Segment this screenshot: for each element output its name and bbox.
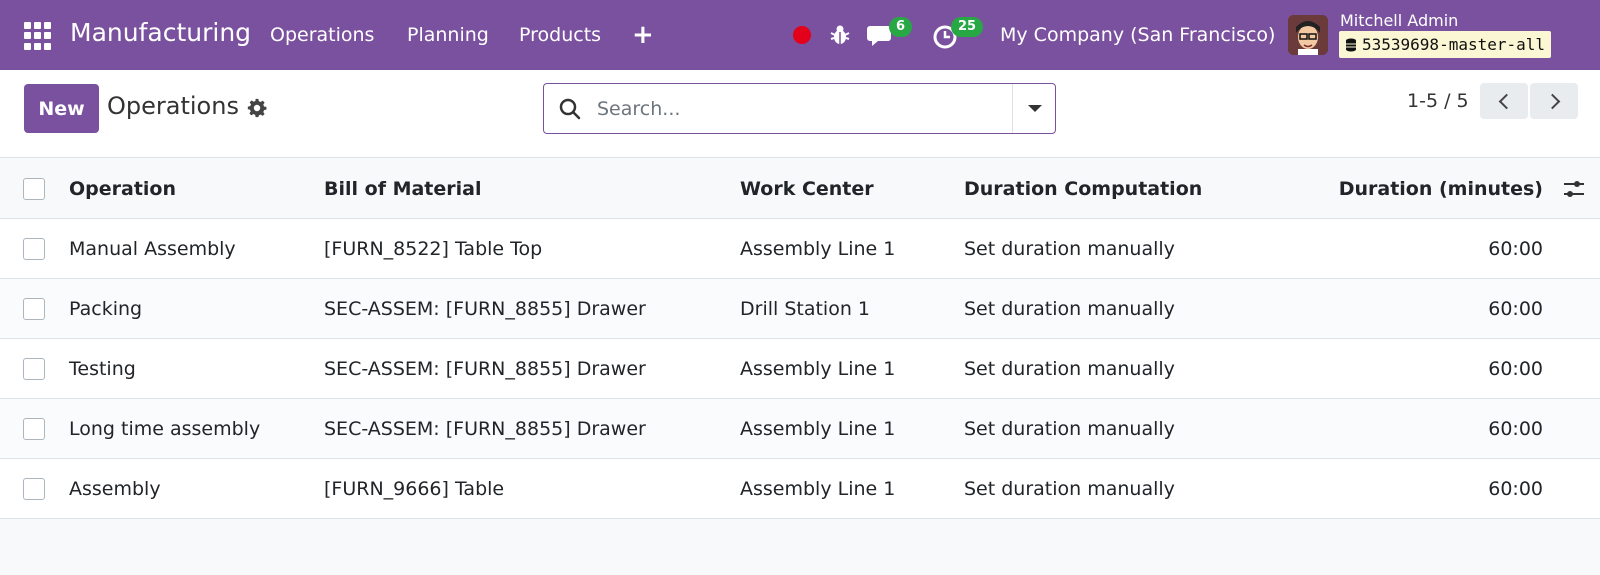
user-avatar[interactable] <box>1288 15 1328 55</box>
cell-bom: SEC-ASSEM: [FURN_8855] Drawer <box>324 418 646 440</box>
bug-icon[interactable] <box>828 23 852 47</box>
cell-duration-computation: Set duration manually <box>964 298 1175 320</box>
top-navbar: Manufacturing Operations Planning Produc… <box>0 0 1600 70</box>
cell-duration: 60:00 <box>1488 418 1543 440</box>
pager-previous-button[interactable] <box>1480 83 1528 119</box>
company-switcher[interactable]: My Company (San Francisco) <box>1000 24 1275 46</box>
cell-duration: 60:00 <box>1488 478 1543 500</box>
record-icon[interactable] <box>793 26 811 44</box>
cell-duration: 60:00 <box>1488 358 1543 380</box>
select-all-checkbox[interactable] <box>23 178 45 200</box>
chevron-left-icon <box>1498 93 1514 109</box>
table-row[interactable]: Long time assembly SEC-ASSEM: [FURN_8855… <box>0 399 1600 459</box>
optional-columns-sliders-icon[interactable] <box>1562 177 1586 201</box>
avatar-face-icon <box>1288 15 1328 55</box>
cell-duration-computation: Set duration manually <box>964 238 1175 260</box>
cell-operation: Packing <box>69 298 143 320</box>
chevron-right-icon <box>1544 93 1560 109</box>
activities-count-badge: 25 <box>951 17 984 37</box>
pager-next-button[interactable] <box>1530 83 1578 119</box>
menu-planning[interactable]: Planning <box>407 24 489 46</box>
database-icon <box>1346 38 1356 51</box>
search-options-toggle[interactable] <box>1013 84 1056 133</box>
messages-count-badge: 6 <box>889 17 913 37</box>
table-row[interactable]: Packing SEC-ASSEM: [FURN_8855] Drawer Dr… <box>0 279 1600 339</box>
cell-operation: Long time assembly <box>69 418 261 440</box>
pager-value[interactable]: 1-5 / 5 <box>1407 90 1469 112</box>
column-header-work-center[interactable]: Work Center <box>740 159 874 219</box>
cell-duration: 60:00 <box>1488 238 1543 260</box>
row-checkbox[interactable] <box>23 238 45 260</box>
table-row[interactable]: Manual Assembly [FURN_8522] Table Top As… <box>0 219 1600 279</box>
new-button[interactable]: New <box>24 84 99 133</box>
cell-work-center: Assembly Line 1 <box>740 358 896 380</box>
caret-down-icon <box>1027 105 1042 112</box>
column-header-duration-computation[interactable]: Duration Computation <box>964 159 1202 219</box>
column-header-operation[interactable]: Operation <box>69 159 176 219</box>
row-checkbox[interactable] <box>23 478 45 500</box>
table-row[interactable]: Assembly [FURN_9666] Table Assembly Line… <box>0 459 1600 519</box>
database-badge: 53539698-master-all <box>1339 31 1552 58</box>
table-header: Operation Bill of Material Work Center D… <box>0 159 1600 219</box>
cell-duration-computation: Set duration manually <box>964 418 1175 440</box>
cell-work-center: Assembly Line 1 <box>740 418 896 440</box>
row-checkbox[interactable] <box>23 298 45 320</box>
cell-bom: [FURN_9666] Table <box>324 478 505 500</box>
cell-operation: Assembly <box>69 478 161 500</box>
cell-operation: Manual Assembly <box>69 238 236 260</box>
table-row[interactable]: Testing SEC-ASSEM: [FURN_8855] Drawer As… <box>0 339 1600 399</box>
control-panel: New Operations 1-5 / 5 <box>0 70 1600 158</box>
database-name: 53539698-master-all <box>1362 35 1546 54</box>
cell-duration-computation: Set duration manually <box>964 478 1175 500</box>
cell-work-center: Assembly Line 1 <box>740 478 896 500</box>
app-name[interactable]: Manufacturing <box>70 18 251 47</box>
search-input[interactable] <box>597 93 987 125</box>
gear-icon[interactable] <box>246 97 268 119</box>
page-title: Operations <box>107 92 239 120</box>
search-box <box>543 83 1056 134</box>
cell-duration-computation: Set duration manually <box>964 358 1175 380</box>
column-header-duration[interactable]: Duration (minutes) <box>1300 159 1543 219</box>
cell-duration: 60:00 <box>1488 298 1543 320</box>
column-header-bom[interactable]: Bill of Material <box>324 159 481 219</box>
search-icon <box>559 98 581 120</box>
menu-plus-icon[interactable]: + <box>632 20 654 50</box>
row-checkbox[interactable] <box>23 358 45 380</box>
menu-operations[interactable]: Operations <box>270 24 374 46</box>
cell-work-center: Assembly Line 1 <box>740 238 896 260</box>
cell-bom: SEC-ASSEM: [FURN_8855] Drawer <box>324 358 646 380</box>
cell-bom: [FURN_8522] Table Top <box>324 238 543 260</box>
menu-products[interactable]: Products <box>519 24 601 46</box>
user-name[interactable]: Mitchell Admin <box>1340 11 1458 30</box>
cell-operation: Testing <box>69 358 136 380</box>
cell-work-center: Drill Station 1 <box>740 298 870 320</box>
row-checkbox[interactable] <box>23 418 45 440</box>
cell-bom: SEC-ASSEM: [FURN_8855] Drawer <box>324 298 646 320</box>
apps-menu-icon[interactable] <box>24 22 52 50</box>
